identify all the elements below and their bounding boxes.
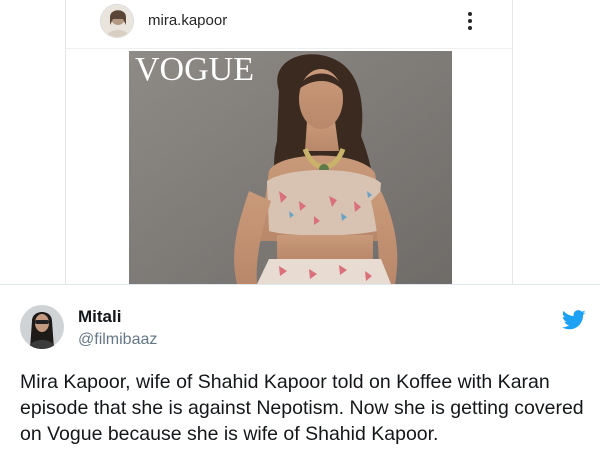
tweet-author-name[interactable]: Mitali bbox=[78, 307, 121, 327]
instagram-embed-card: mira.kapoor VOGUE bbox=[65, 0, 513, 284]
instagram-avatar[interactable] bbox=[100, 4, 134, 38]
embed-tweet-divider bbox=[0, 284, 600, 285]
avatar[interactable] bbox=[20, 305, 64, 349]
instagram-header-divider bbox=[66, 48, 512, 49]
vogue-logo: VOGUE bbox=[135, 51, 254, 88]
instagram-post-photo[interactable]: VOGUE bbox=[129, 51, 452, 284]
instagram-post-header: mira.kapoor bbox=[100, 4, 480, 40]
more-vertical-icon[interactable] bbox=[465, 9, 475, 33]
tweet-text: Mira Kapoor, wife of Shahid Kapoor told … bbox=[20, 371, 584, 445]
instagram-username[interactable]: mira.kapoor bbox=[148, 12, 227, 29]
twitter-bird-icon[interactable] bbox=[561, 310, 586, 330]
tweet-author-handle[interactable]: @filmibaaz bbox=[78, 331, 157, 349]
